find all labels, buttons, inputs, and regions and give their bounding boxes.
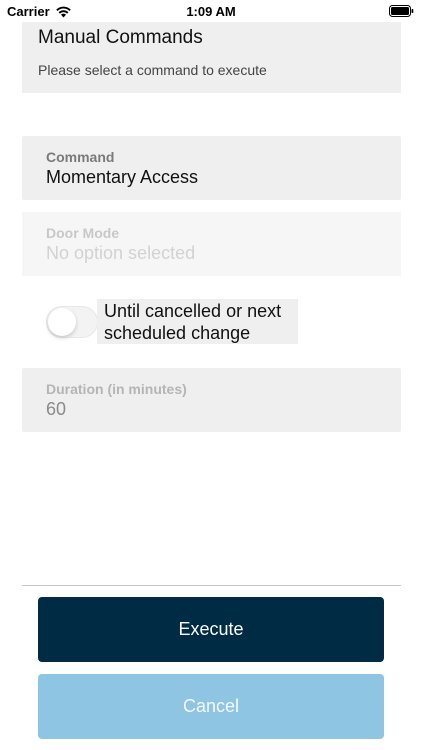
door-mode-field-label: Door Mode <box>46 225 120 241</box>
toggle-knob <box>48 308 76 336</box>
door-mode-field-placeholder: No option selected <box>46 243 196 263</box>
door-mode-field[interactable]: Door Mode No option selected <box>22 212 401 276</box>
page-subtitle: Please select a command to execute <box>38 62 267 78</box>
duration-field[interactable]: Duration (in minutes) 60 <box>22 368 401 432</box>
battery-icon <box>389 5 414 17</box>
until-cancelled-toggle[interactable] <box>46 306 98 338</box>
execute-button[interactable]: Execute <box>38 597 384 662</box>
command-field[interactable]: Command Momentary Access <box>22 136 401 200</box>
status-bar: Carrier 1:09 AM <box>0 0 422 22</box>
command-field-value: Momentary Access <box>46 167 199 187</box>
footer-divider <box>22 585 401 586</box>
until-cancelled-toggle-label: Until cancelled or next scheduled change <box>97 299 298 344</box>
header-card: Manual Commands Please select a command … <box>22 22 401 93</box>
duration-field-label: Duration (in minutes) <box>46 381 187 397</box>
status-time: 1:09 AM <box>186 4 236 19</box>
command-field-label: Command <box>46 149 115 165</box>
duration-field-value: 60 <box>46 399 67 419</box>
page-title: Manual Commands <box>38 27 203 48</box>
cancel-button[interactable]: Cancel <box>38 674 384 739</box>
